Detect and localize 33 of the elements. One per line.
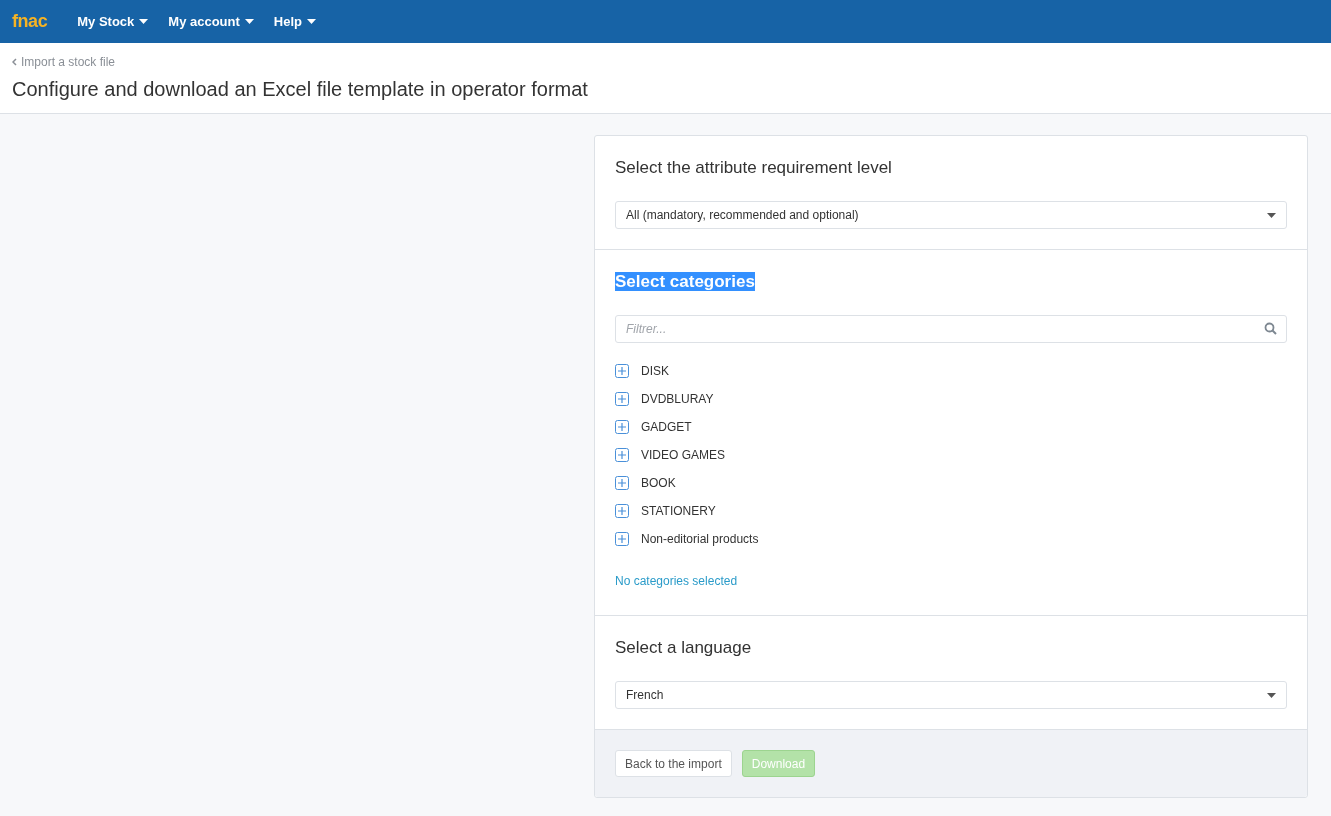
caret-icon <box>1267 692 1276 698</box>
expand-icon[interactable] <box>615 504 629 518</box>
expand-icon[interactable] <box>615 448 629 462</box>
category-item[interactable]: Non-editorial products <box>641 531 759 547</box>
requirement-select[interactable]: All (mandatory, recommended and optional) <box>615 201 1287 229</box>
caret-icon <box>139 19 149 24</box>
nav-menu[interactable]: My account <box>168 11 254 32</box>
section-title: Select the attribute requirement level <box>615 157 893 179</box>
expand-icon[interactable] <box>615 392 629 406</box>
caret-icon <box>307 19 316 24</box>
category-item[interactable]: VIDEO GAMES <box>641 447 726 463</box>
category-item[interactable]: BOOK <box>641 475 676 491</box>
section-title: Select categories <box>615 272 755 291</box>
section-title: Select a language <box>615 637 753 659</box>
search-icon <box>1264 322 1277 335</box>
expand-icon[interactable] <box>615 532 629 546</box>
expand-icon[interactable] <box>615 364 629 378</box>
expand-icon[interactable] <box>615 420 629 434</box>
category-item[interactable]: STATIONERY <box>641 503 716 519</box>
category-item[interactable]: DVDBLURAY <box>641 391 714 407</box>
nav-menu[interactable]: Help <box>273 11 316 32</box>
chevron-left-icon <box>12 58 17 66</box>
caret-icon <box>1267 212 1276 218</box>
caret-icon <box>244 19 254 24</box>
filter-field[interactable]: Filtrer... <box>615 315 1287 343</box>
language-select[interactable]: French <box>615 681 1287 709</box>
category-item[interactable]: GADGET <box>641 419 692 435</box>
category-item[interactable]: DISK <box>641 363 669 379</box>
page-title: Configure and download an Excel file template in operator format <box>12 77 589 101</box>
nav-menu[interactable]: My Stock <box>77 11 149 32</box>
expand-icon[interactable] <box>615 476 629 490</box>
back-button[interactable]: Back to the import <box>615 750 732 777</box>
selection-status: No categories selected <box>615 573 739 589</box>
